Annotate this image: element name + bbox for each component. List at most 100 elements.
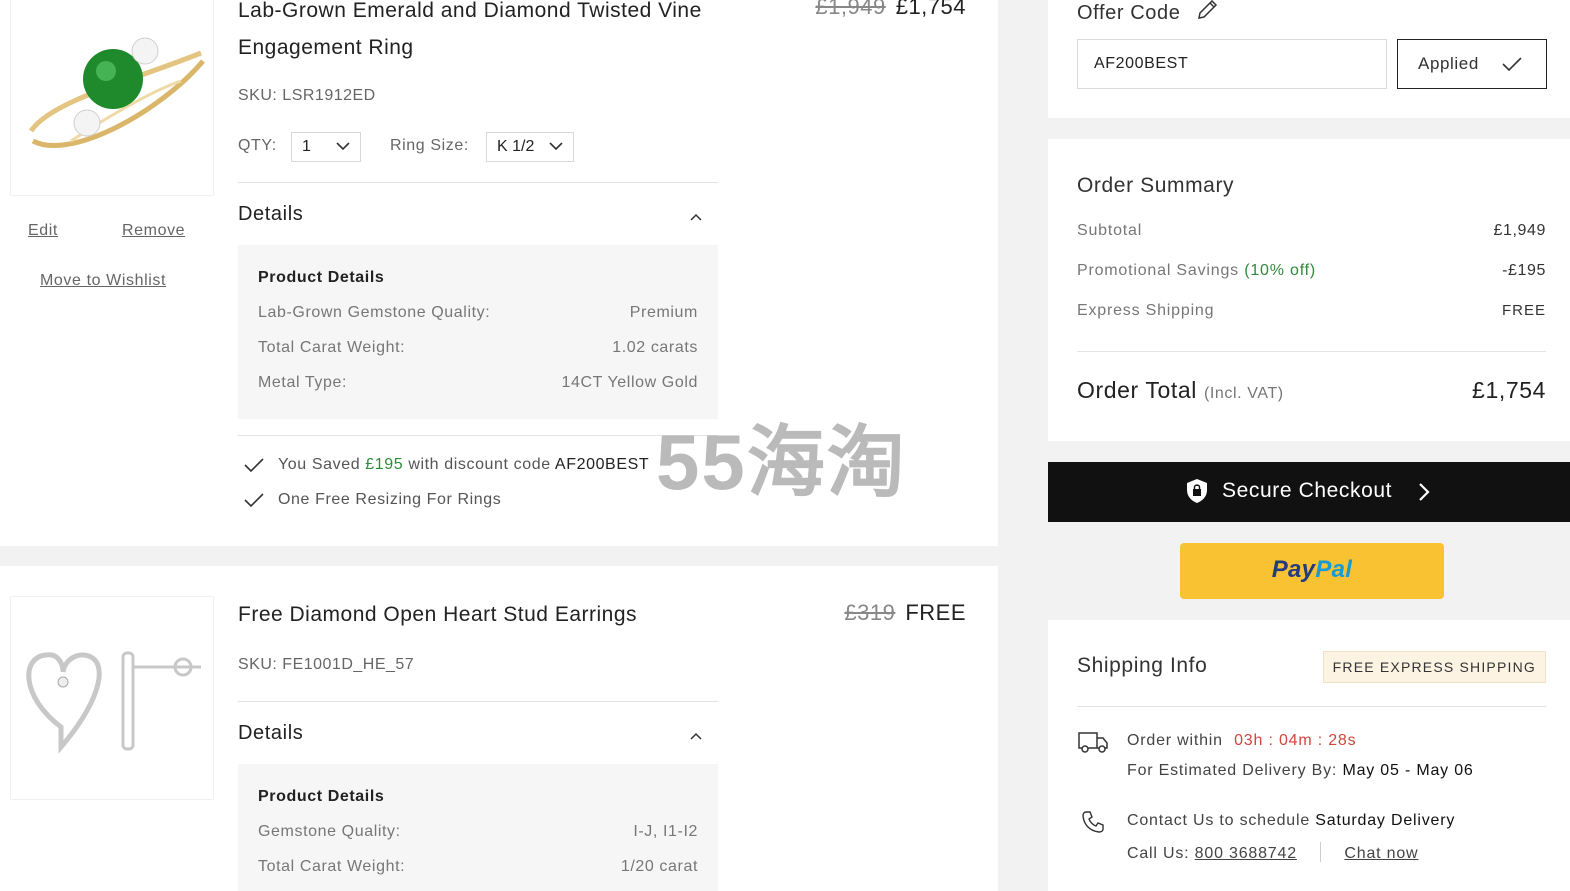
check-icon <box>244 458 264 473</box>
detail-key: Gemstone Quality: <box>258 823 401 840</box>
detail-value: I-J, I1-I2 <box>633 823 698 840</box>
saved-suffix: with discount code <box>408 456 551 473</box>
product-details-title: Product Details <box>258 269 385 286</box>
paypal-logo: PayPal <box>1271 556 1353 583</box>
saturday-delivery: Saturday Delivery <box>1315 812 1456 829</box>
shipping-info-card: Shipping Info FREE EXPRESS SHIPPING Orde… <box>1048 620 1570 891</box>
qty-value: 1 <box>302 138 311 155</box>
check-icon <box>1502 57 1522 72</box>
divider <box>238 701 718 702</box>
offer-title: Offer Code <box>1077 0 1219 25</box>
ring-size-value: K 1/2 <box>497 138 535 155</box>
item-price: £1,949 £1,754 <box>815 0 966 20</box>
details-toggle[interactable]: Details <box>238 203 718 231</box>
details-panel: Product Details Lab-Grown Gemstone Quali… <box>238 245 718 419</box>
vat-note: (Incl. VAT) <box>1203 385 1284 402</box>
chat-now-link[interactable]: Chat now <box>1344 845 1418 862</box>
shipping-value: FREE <box>1501 302 1546 319</box>
product-details-title: Product Details <box>258 788 385 805</box>
divider <box>1077 706 1546 707</box>
paypal-button[interactable]: PayPal <box>1180 543 1444 599</box>
details-label: Details <box>238 203 304 225</box>
detail-value: 1.02 carats <box>612 339 698 356</box>
order-within-label: Order within <box>1127 732 1223 749</box>
phone-icon <box>1082 811 1104 833</box>
cart-item-earrings: Free Diamond Open Heart Stud Earrings £3… <box>0 566 998 891</box>
qty-select[interactable]: 1 <box>291 132 361 162</box>
shield-lock-icon <box>1187 479 1207 503</box>
details-panel: Product Details Gemstone Quality: I-J, I… <box>238 764 718 891</box>
details-label: Details <box>238 722 304 744</box>
item-sku: SKU: FE1001D_HE_57 <box>238 656 415 673</box>
estimated-delivery-line: For Estimated Delivery By: May 05 - May … <box>1127 762 1474 780</box>
item-title[interactable]: Free Diamond Open Heart Stud Earrings <box>238 596 708 633</box>
secure-checkout-button[interactable]: Secure Checkout <box>1048 462 1570 522</box>
shipping-label: Express Shipping <box>1077 302 1215 319</box>
order-total-label: Order Total (Incl. VAT) <box>1077 377 1284 403</box>
detail-value: 1/20 carat <box>620 858 698 875</box>
order-within-line: Order within 03h : 04m : 28s <box>1127 732 1356 750</box>
details-toggle[interactable]: Details <box>238 722 718 750</box>
offer-code-card: Offer Code AF200BEST Applied <box>1048 0 1570 118</box>
applied-button[interactable]: Applied <box>1397 39 1547 89</box>
savings-value: -£195 <box>1502 262 1546 279</box>
edit-link[interactable]: Edit <box>28 222 58 240</box>
truck-icon <box>1078 732 1108 753</box>
pencil-icon[interactable] <box>1195 0 1219 22</box>
sale-price: FREE <box>905 600 966 625</box>
order-summary-title: Order Summary <box>1077 174 1235 197</box>
contact-text: Contact Us to schedule <box>1127 812 1311 829</box>
divider <box>238 182 718 183</box>
chevron-right-icon <box>1419 483 1430 501</box>
ring-size-label: Ring Size: <box>390 137 469 154</box>
estimate-label: For Estimated Delivery By: <box>1127 762 1338 779</box>
order-total-value: £1,754 <box>1472 377 1546 403</box>
shipping-info-title: Shipping Info <box>1077 654 1208 677</box>
separator <box>1320 842 1322 862</box>
detail-key: Lab-Grown Gemstone Quality: <box>258 304 491 321</box>
subtotal-value: £1,949 <box>1493 222 1546 239</box>
resize-text: One Free Resizing For Rings <box>278 491 502 508</box>
detail-value: Premium <box>629 304 698 321</box>
ring-size-select[interactable]: K 1/2 <box>486 132 574 162</box>
chevron-up-icon <box>690 213 702 221</box>
call-label: Call Us: <box>1127 845 1190 862</box>
secure-checkout-label: Secure Checkout <box>1222 479 1393 502</box>
item-title[interactable]: Lab-Grown Emerald and Diamond Twisted Vi… <box>238 0 708 66</box>
detail-key: Total Carat Weight: <box>258 858 406 875</box>
detail-value: 14CT Yellow Gold <box>561 374 698 391</box>
qty-label: QTY: <box>238 137 277 154</box>
earrings-image[interactable] <box>10 596 214 800</box>
watermark: 55海淘 <box>656 418 907 506</box>
check-icon <box>244 493 264 508</box>
free-shipping-badge: FREE EXPRESS SHIPPING <box>1322 651 1546 683</box>
saved-prefix: You Saved <box>278 456 361 473</box>
order-summary-card: Order Summary Subtotal £1,949 Promotiona… <box>1048 139 1570 441</box>
saved-amount: £195 <box>365 456 404 473</box>
move-to-wishlist-link[interactable]: Move to Wishlist <box>40 272 166 290</box>
original-price: £1,949 <box>815 0 886 19</box>
item-price: £319 FREE <box>844 600 966 626</box>
countdown-timer: 03h : 04m : 28s <box>1234 732 1357 749</box>
detail-key: Total Carat Weight: <box>258 339 406 356</box>
applied-label: Applied <box>1418 54 1479 73</box>
contact-line: Contact Us to schedule Saturday Delivery <box>1127 812 1455 830</box>
subtotal-label: Subtotal <box>1077 222 1143 239</box>
savings-label: Promotional Savings (10% off) <box>1077 262 1317 279</box>
divider <box>1077 351 1546 352</box>
detail-key: Metal Type: <box>258 374 348 391</box>
divider <box>238 435 718 436</box>
call-line: Call Us: 800 3688742 Chat now <box>1127 842 1418 863</box>
phone-link[interactable]: 800 3688742 <box>1195 845 1297 862</box>
chevron-up-icon <box>690 732 702 740</box>
saved-code: AF200BEST <box>554 456 650 473</box>
item-sku: SKU: LSR1912ED <box>238 87 376 104</box>
offer-code-input[interactable]: AF200BEST <box>1077 39 1387 89</box>
chevron-down-icon <box>336 142 350 151</box>
ring-image[interactable] <box>10 0 214 196</box>
estimate-value: May 05 - May 06 <box>1342 762 1474 779</box>
savings-percent: (10% off) <box>1244 262 1317 279</box>
chevron-down-icon <box>549 142 563 151</box>
sale-price: £1,754 <box>895 0 966 19</box>
remove-link[interactable]: Remove <box>122 222 185 240</box>
